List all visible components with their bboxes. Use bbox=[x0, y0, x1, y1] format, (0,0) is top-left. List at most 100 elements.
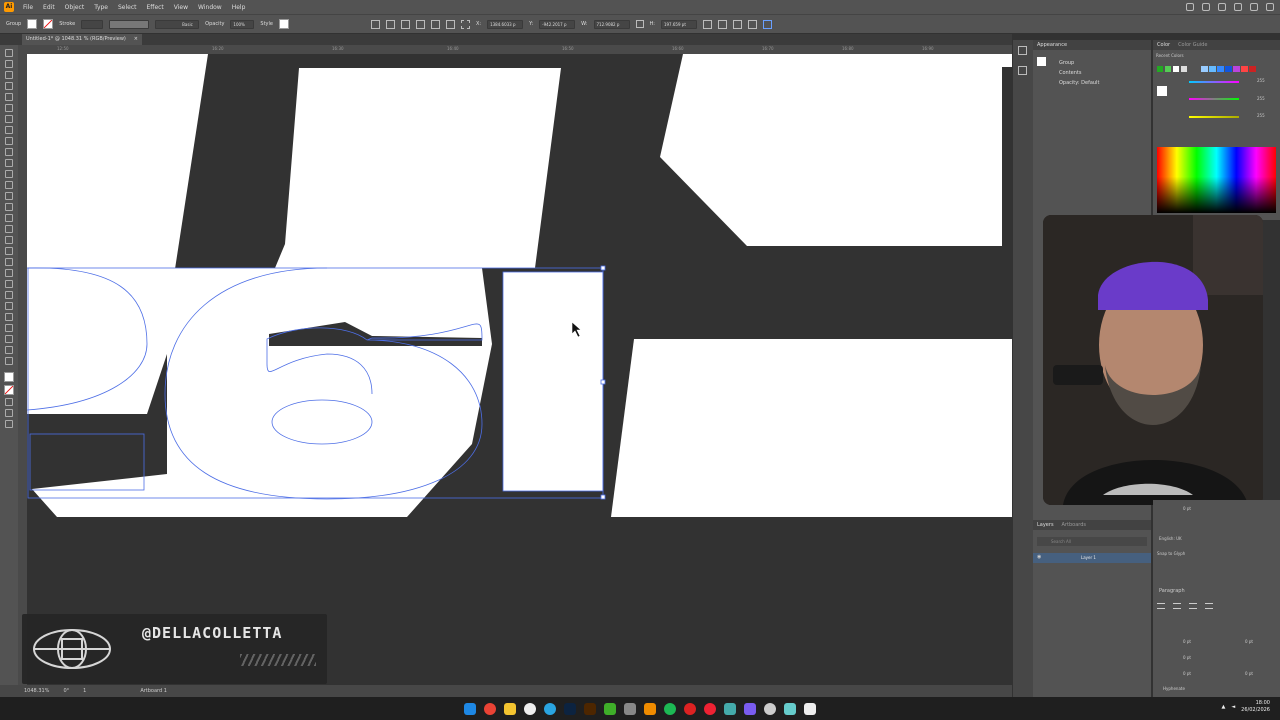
properties-panel-icon[interactable] bbox=[1018, 46, 1027, 55]
tab-color-guide[interactable]: Color Guide bbox=[1178, 42, 1207, 48]
opera-icon[interactable] bbox=[684, 702, 696, 715]
opacity-label[interactable]: Opacity bbox=[205, 21, 224, 27]
menu-help[interactable]: Help bbox=[232, 4, 246, 11]
opacity-field[interactable]: 100% bbox=[230, 19, 255, 29]
channel-value-3[interactable]: 255 bbox=[1257, 113, 1265, 118]
y-field[interactable]: -942.2017 p bbox=[539, 19, 576, 29]
symbol-sprayer-tool-icon[interactable] bbox=[5, 302, 13, 310]
indent-left[interactable]: 0 pt bbox=[1183, 639, 1191, 644]
slice-tool-icon[interactable] bbox=[5, 335, 13, 343]
draw-mode-icon[interactable] bbox=[5, 398, 13, 406]
align-center-icon[interactable] bbox=[385, 19, 395, 29]
style-swatch[interactable] bbox=[278, 19, 289, 29]
app-icon[interactable] bbox=[744, 702, 756, 715]
zoom-level[interactable]: 1048.31% bbox=[24, 688, 49, 694]
horizontal-ruler[interactable]: 12:50 16:20 16:30 16:40 16:50 16:60 16:7… bbox=[22, 45, 1012, 54]
font-size-value[interactable]: 0 pt bbox=[1183, 506, 1191, 511]
artboard-tool-icon[interactable] bbox=[5, 324, 13, 332]
photoshop-icon[interactable] bbox=[564, 702, 576, 715]
space-after[interactable]: 0 pt bbox=[1245, 671, 1253, 676]
align-center-icon[interactable] bbox=[1173, 603, 1181, 609]
fill-swatch[interactable] bbox=[27, 19, 38, 29]
menu-file[interactable]: File bbox=[23, 4, 33, 11]
tab-appearance[interactable]: Appearance bbox=[1037, 42, 1067, 48]
app-icon[interactable] bbox=[784, 702, 796, 715]
align-bottom-icon[interactable] bbox=[445, 19, 455, 29]
channel-slider-2[interactable] bbox=[1189, 98, 1239, 100]
appearance-group-row[interactable]: Group bbox=[1033, 58, 1151, 68]
blend-tool-icon[interactable] bbox=[5, 291, 13, 299]
channel-slider-3[interactable] bbox=[1189, 116, 1239, 118]
hyphenate-checkbox[interactable]: Hyphenate bbox=[1163, 686, 1185, 691]
appearance-contents-row[interactable]: Contents bbox=[1033, 68, 1151, 78]
recent-swatch[interactable] bbox=[1157, 66, 1163, 72]
expand-icon[interactable] bbox=[762, 19, 772, 29]
fill-color-icon[interactable] bbox=[4, 372, 14, 382]
indent-first[interactable]: 0 pt bbox=[1183, 655, 1191, 660]
recent-swatch[interactable] bbox=[1173, 66, 1179, 72]
recent-swatch[interactable] bbox=[1181, 66, 1187, 72]
canvas[interactable] bbox=[27, 54, 1012, 685]
shaper-tool-icon[interactable] bbox=[5, 170, 13, 178]
calculator-icon[interactable] bbox=[624, 702, 636, 715]
screen-mode-icon[interactable] bbox=[5, 409, 13, 417]
align-left-icon[interactable] bbox=[1157, 603, 1165, 609]
vertical-ruler[interactable] bbox=[18, 45, 27, 685]
libraries-panel-icon[interactable] bbox=[1018, 66, 1027, 75]
github-icon[interactable] bbox=[524, 702, 536, 715]
close-icon[interactable] bbox=[1266, 3, 1274, 11]
pen-tool-icon[interactable] bbox=[5, 93, 13, 101]
channel-slider-1[interactable] bbox=[1189, 81, 1239, 83]
davinci-icon[interactable] bbox=[704, 702, 716, 715]
language-select[interactable]: English: UK bbox=[1159, 536, 1182, 541]
layer-row[interactable]: Layer 1 bbox=[1033, 553, 1151, 563]
chrome-icon[interactable] bbox=[484, 702, 496, 715]
stroke-swatch[interactable] bbox=[43, 19, 54, 29]
layer-name[interactable]: Layer 1 bbox=[1081, 555, 1096, 560]
menu-select[interactable]: Select bbox=[118, 4, 137, 11]
artboard-name[interactable]: Artboard 1 bbox=[140, 688, 167, 694]
eraser-tool-icon[interactable] bbox=[5, 181, 13, 189]
lasso-tool-icon[interactable] bbox=[5, 82, 13, 90]
justify-icon[interactable] bbox=[1205, 603, 1213, 609]
search-icon[interactable] bbox=[1202, 3, 1210, 11]
artwork[interactable] bbox=[27, 54, 1012, 685]
type-tool-icon[interactable] bbox=[5, 115, 13, 123]
illustrator-icon[interactable] bbox=[584, 702, 596, 715]
app-icon[interactable] bbox=[804, 702, 816, 715]
stroke-weight-field[interactable] bbox=[81, 19, 104, 29]
rectangle-tool-icon[interactable] bbox=[5, 137, 13, 145]
bell-icon[interactable] bbox=[1186, 3, 1194, 11]
eyedropper-tool-icon[interactable] bbox=[5, 280, 13, 288]
eye-icon[interactable]: ◉ bbox=[1037, 554, 1041, 560]
channel-value-2[interactable]: 255 bbox=[1257, 96, 1265, 101]
paintbrush-tool-icon[interactable] bbox=[5, 148, 13, 156]
network-icon[interactable]: ▲ bbox=[1221, 704, 1225, 710]
edit-toolbar-icon[interactable] bbox=[5, 420, 13, 428]
vlc-icon[interactable] bbox=[644, 702, 656, 715]
h-field[interactable]: 197.659 pt bbox=[660, 19, 697, 29]
menu-effect[interactable]: Effect bbox=[147, 4, 164, 11]
align-left-icon[interactable] bbox=[370, 19, 380, 29]
align-right-icon[interactable] bbox=[400, 19, 410, 29]
perspective-grid-tool-icon[interactable] bbox=[5, 247, 13, 255]
shape-builder-tool-icon[interactable] bbox=[5, 236, 13, 244]
isolate-icon[interactable] bbox=[717, 19, 727, 29]
menu-edit[interactable]: Edit bbox=[43, 4, 55, 11]
appearance-opacity-row[interactable]: Opacity: Default bbox=[1033, 78, 1151, 88]
channel-value-1[interactable]: 255 bbox=[1257, 78, 1265, 83]
document-tab[interactable]: Untitled-1* @ 1048.31 % (RGB/Preview) × bbox=[22, 34, 142, 45]
transform-reference-icon[interactable] bbox=[460, 19, 470, 29]
transform-icon[interactable] bbox=[702, 19, 712, 29]
brush-definition[interactable]: Basic bbox=[155, 19, 200, 29]
free-transform-tool-icon[interactable] bbox=[5, 225, 13, 233]
x-field[interactable]: 1384.6033 p bbox=[487, 19, 524, 29]
gradient-tool-icon[interactable] bbox=[5, 269, 13, 277]
graph-tool-icon[interactable] bbox=[5, 313, 13, 321]
close-tab-icon[interactable]: × bbox=[134, 36, 138, 43]
minimize-icon[interactable] bbox=[1234, 3, 1242, 11]
windows-start-icon[interactable] bbox=[464, 702, 476, 715]
zoom-tool-icon[interactable] bbox=[5, 357, 13, 365]
pencil-tool-icon[interactable] bbox=[5, 159, 13, 167]
align-middle-icon[interactable] bbox=[430, 19, 440, 29]
